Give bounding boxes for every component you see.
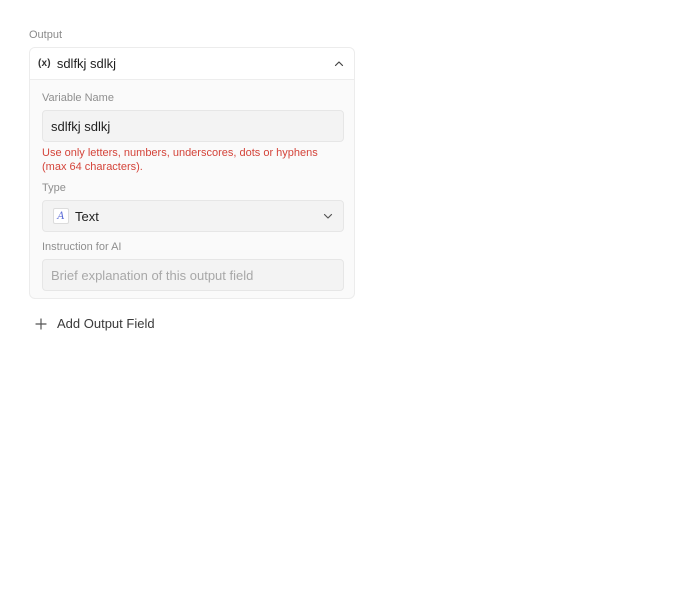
output-section-label: Output — [29, 29, 63, 41]
type-select-value: Text — [75, 208, 99, 224]
plus-icon — [34, 317, 48, 331]
chevron-down-icon — [323, 211, 333, 221]
add-output-field-button[interactable]: Add Output Field — [34, 316, 155, 331]
text-type-icon: A — [53, 208, 69, 224]
output-field-body: Variable Name Use only letters, numbers,… — [30, 92, 354, 291]
type-label: Type — [42, 182, 66, 194]
chevron-up-icon[interactable] — [334, 59, 344, 69]
type-select[interactable]: A Text — [42, 200, 344, 232]
output-field-header[interactable]: (x) sdlfkj sdlkj — [30, 48, 354, 80]
output-editor: Output (x) sdlfkj sdlkj Variable Name Us… — [0, 0, 700, 600]
output-field-name: sdlfkj sdlkj — [56, 56, 117, 71]
variable-name-error: Use only letters, numbers, underscores, … — [42, 147, 318, 173]
variable-name-input[interactable] — [42, 110, 344, 142]
variable-name-label: Variable Name — [42, 92, 114, 104]
instruction-label: Instruction for AI — [42, 241, 122, 253]
output-field-card: (x) sdlfkj sdlkj Variable Name Use only … — [29, 47, 355, 299]
instruction-input[interactable] — [42, 259, 344, 291]
variable-icon: (x) — [38, 58, 51, 69]
add-output-field-label: Add Output Field — [57, 316, 155, 331]
